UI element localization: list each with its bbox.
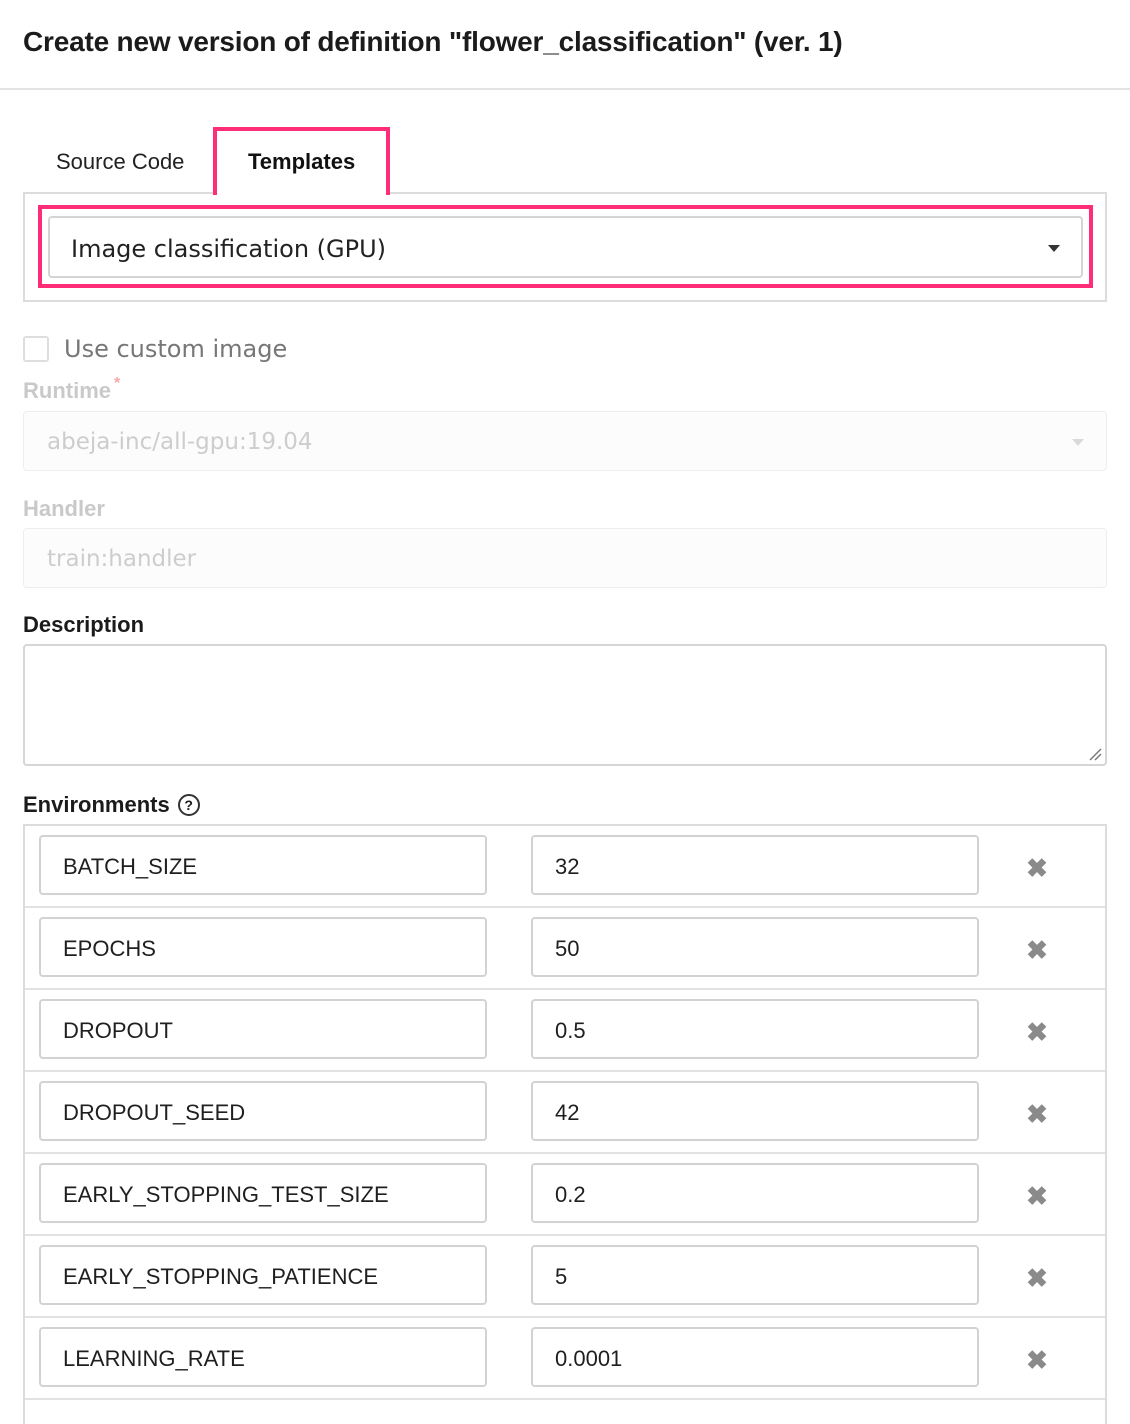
table-row: LEARNING_RATE 0.0001 ✖: [25, 1318, 1105, 1400]
handler-label: Handler: [23, 496, 105, 521]
env-key-value: BATCH_SIZE: [63, 854, 198, 879]
use-custom-image-label[interactable]: Use custom image: [64, 335, 287, 363]
env-value-value: 0.0001: [555, 1346, 623, 1371]
remove-icon[interactable]: ✖: [1023, 1346, 1051, 1374]
runtime-label: Runtime *: [23, 375, 121, 404]
env-value-value: 42: [555, 1100, 580, 1125]
template-select[interactable]: Image classification (GPU): [48, 216, 1083, 278]
required-mark: *: [114, 375, 121, 392]
env-value-value: 50: [555, 936, 580, 961]
environments-table: BATCH_SIZE 32 ✖ EPOCHS 50 ✖ DROPOUT 0.5 …: [23, 824, 1107, 1424]
env-key-value: EPOCHS: [63, 936, 156, 961]
env-value-input[interactable]: 0.2: [531, 1163, 979, 1223]
runtime-select-value: abeja-inc/all-gpu:19.04: [47, 429, 313, 455]
remove-icon[interactable]: ✖: [1023, 854, 1051, 882]
table-row: DROPOUT 0.5 ✖: [25, 990, 1105, 1072]
env-value-value: 5: [555, 1264, 568, 1289]
runtime-select: abeja-inc/all-gpu:19.04: [23, 411, 1107, 471]
env-value-input[interactable]: 42: [531, 1081, 979, 1141]
tab-templates[interactable]: Templates: [248, 149, 355, 175]
description-label: Description: [23, 612, 145, 637]
environments-label-text: Environments: [23, 792, 170, 817]
env-key-input[interactable]: EPOCHS: [39, 917, 487, 977]
template-select-value: Image classification (GPU): [71, 235, 387, 263]
remove-icon[interactable]: ✖: [1023, 1100, 1051, 1128]
env-key-input[interactable]: BATCH_SIZE: [39, 835, 487, 895]
table-row: EPOCHS 50 ✖: [25, 908, 1105, 990]
remove-icon[interactable]: ✖: [1023, 1018, 1051, 1046]
env-key-value: EARLY_STOPPING_PATIENCE: [63, 1264, 379, 1289]
env-key-input[interactable]: DROPOUT: [39, 999, 487, 1059]
help-icon[interactable]: ?: [177, 794, 200, 816]
remove-icon[interactable]: ✖: [1023, 1264, 1051, 1292]
env-value-value: 0.2: [555, 1182, 586, 1207]
remove-icon[interactable]: ✖: [1023, 936, 1051, 964]
table-row: BATCH_SIZE 32 ✖: [25, 826, 1105, 908]
runtime-label-text: Runtime: [23, 378, 111, 403]
resize-grip-icon[interactable]: [1088, 747, 1102, 761]
env-value-input[interactable]: 0.0001: [531, 1327, 979, 1387]
use-custom-image-checkbox[interactable]: [23, 336, 49, 362]
tab-source-code[interactable]: Source Code: [56, 149, 184, 175]
env-key-input[interactable]: LEARNING_RATE: [39, 1327, 487, 1387]
table-row: EARLY_STOPPING_TEST_SIZE 0.2 ✖: [25, 1154, 1105, 1236]
handler-field: train:handler: [23, 528, 1107, 588]
caret-down-icon: [1072, 439, 1084, 446]
env-value-input[interactable]: 0.5: [531, 999, 979, 1059]
env-key-value: DROPOUT_SEED: [63, 1100, 246, 1125]
caret-down-icon: [1048, 245, 1060, 252]
table-row: DROPOUT_SEED 42 ✖: [25, 1072, 1105, 1154]
page-title: Create new version of definition "flower…: [23, 26, 843, 57]
env-value-value: 32: [555, 854, 580, 879]
env-value-input[interactable]: 5: [531, 1245, 979, 1305]
env-key-input[interactable]: EARLY_STOPPING_TEST_SIZE: [39, 1163, 487, 1223]
env-value-value: 0.5: [555, 1018, 586, 1043]
description-textarea[interactable]: [23, 644, 1107, 766]
remove-icon[interactable]: ✖: [1023, 1182, 1051, 1210]
env-key-value: LEARNING_RATE: [63, 1346, 245, 1371]
env-value-input[interactable]: 50: [531, 917, 979, 977]
env-key-value: EARLY_STOPPING_TEST_SIZE: [63, 1182, 389, 1207]
dialog-header: Create new version of definition "flower…: [0, 0, 1130, 90]
handler-field-value: train:handler: [47, 546, 197, 572]
env-value-input[interactable]: 32: [531, 835, 979, 895]
table-row: EARLY_STOPPING_PATIENCE 5 ✖: [25, 1236, 1105, 1318]
env-key-input[interactable]: DROPOUT_SEED: [39, 1081, 487, 1141]
environments-label: Environments?: [23, 792, 200, 818]
env-key-input[interactable]: EARLY_STOPPING_PATIENCE: [39, 1245, 487, 1305]
env-key-value: DROPOUT: [63, 1018, 173, 1043]
